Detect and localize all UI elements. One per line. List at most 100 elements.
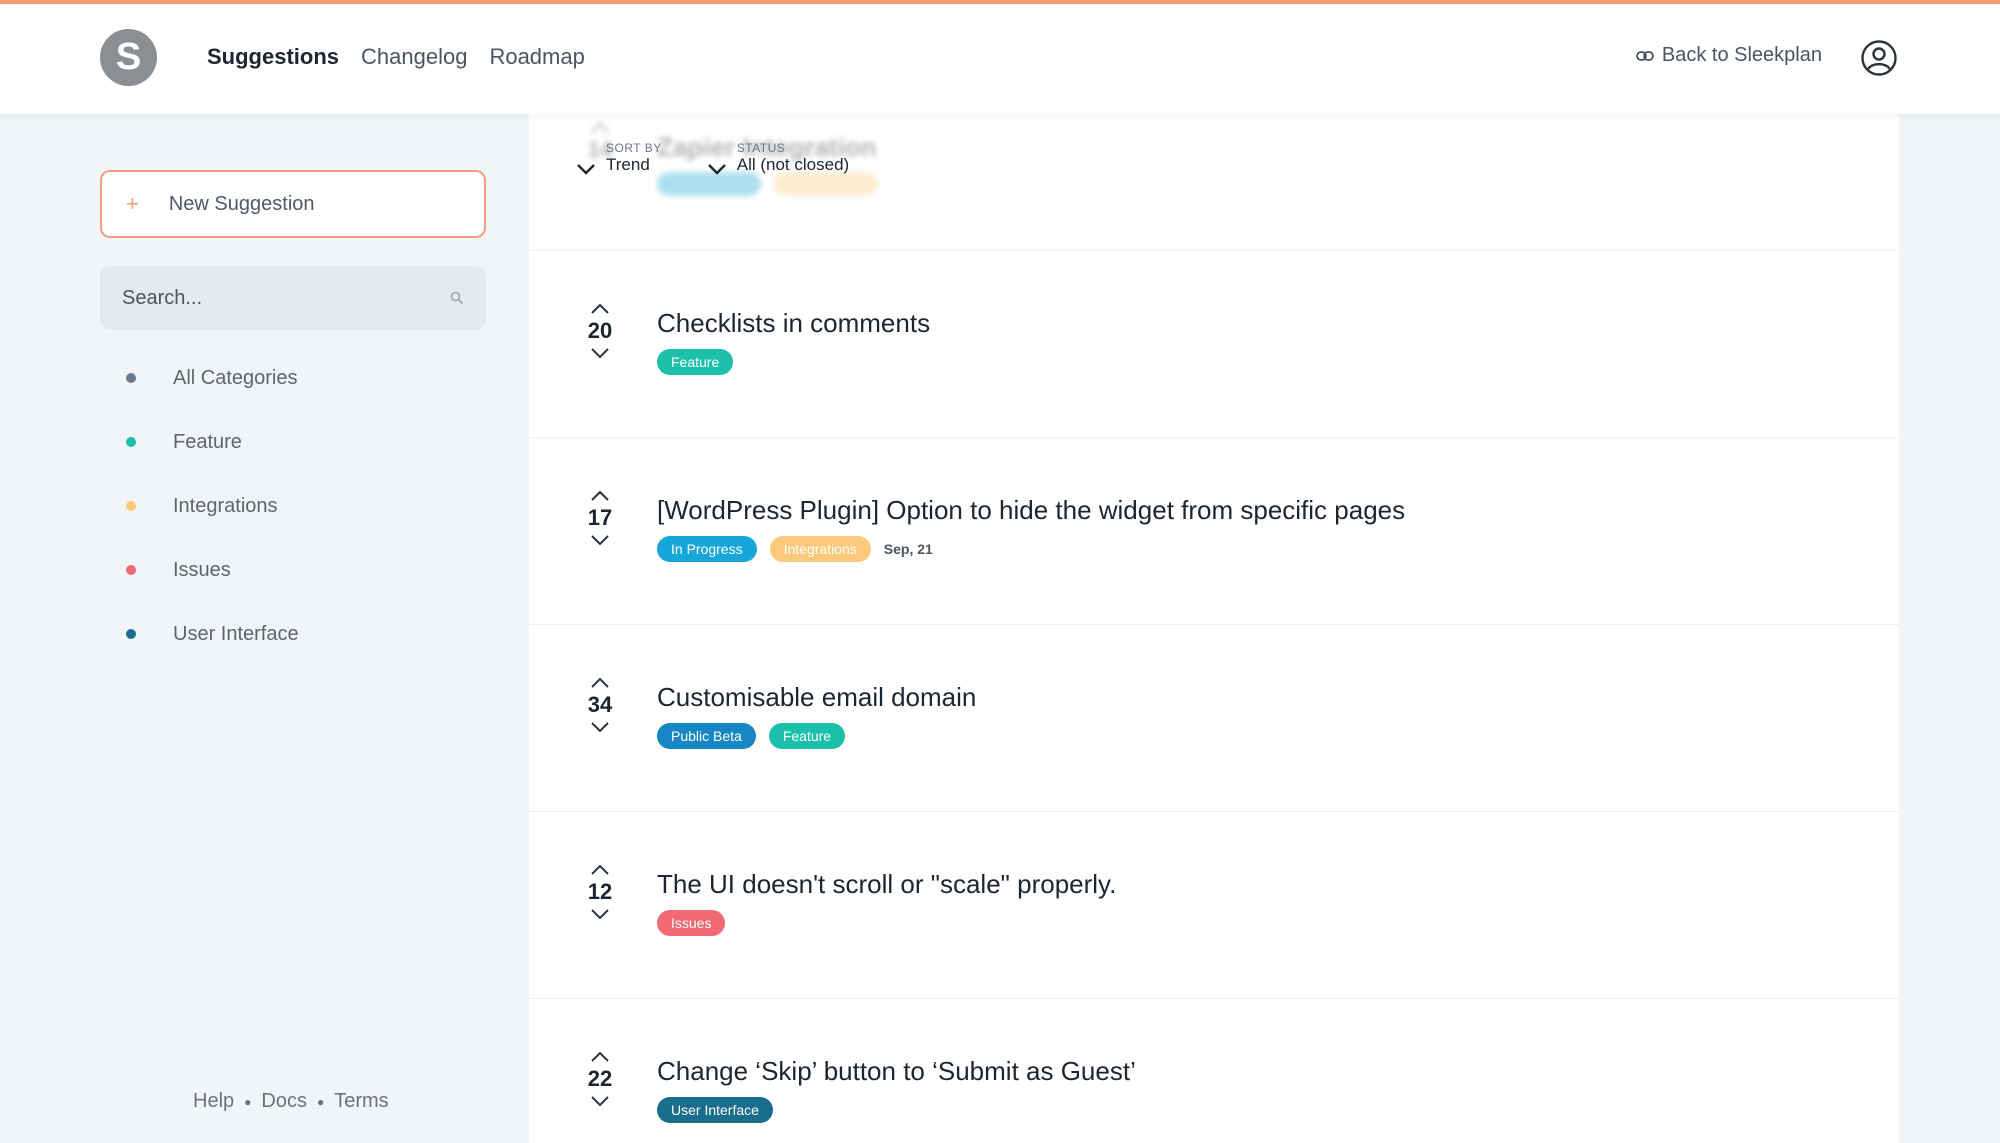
chevron-down-icon[interactable] — [590, 1095, 610, 1107]
post-body: [WordPress Plugin] Option to hide the wi… — [657, 495, 1405, 562]
category-label: Integrations — [173, 494, 278, 517]
category-user-interface[interactable]: User Interface — [100, 602, 486, 666]
sidebar: + New Suggestion Search... All Categorie… — [100, 170, 486, 666]
logo-letter: S — [115, 36, 142, 78]
vote-control: 17 — [579, 490, 621, 546]
main-nav: Suggestions Changelog Roadmap — [207, 44, 585, 70]
nav-roadmap[interactable]: Roadmap — [489, 44, 584, 70]
tag-issues: Issues — [657, 910, 726, 936]
chevron-up-icon[interactable] — [590, 677, 610, 689]
chevron-down-icon[interactable] — [590, 721, 610, 733]
category-label: All Categories — [173, 366, 298, 389]
category-all[interactable]: All Categories — [100, 346, 486, 410]
filter-bar: SORT BY Trend STATUS All (not closed) — [576, 141, 849, 175]
post-title[interactable]: The UI doesn't scroll or "scale" properl… — [657, 869, 1116, 900]
header: S Suggestions Changelog Roadmap Back to … — [0, 4, 2000, 114]
post-title[interactable]: Change ‘Skip’ button to ‘Submit as Guest… — [657, 1056, 1136, 1087]
post-tags: Public Beta Feature — [657, 723, 976, 749]
chevron-down-icon[interactable] — [590, 908, 610, 920]
category-dot — [126, 437, 136, 447]
footer-links: Help ● Docs ● Terms — [193, 1090, 389, 1113]
chevron-up-icon[interactable] — [590, 1051, 610, 1063]
post-tags: Issues — [657, 910, 1116, 936]
category-label: User Interface — [173, 622, 299, 645]
separator-dot: ● — [244, 1094, 252, 1109]
chevron-down-icon[interactable] — [590, 347, 610, 359]
vote-count: 20 — [587, 318, 613, 343]
post-item[interactable]: 17 [WordPress Plugin] Option to hide the… — [529, 438, 1899, 625]
chevron-up-icon — [591, 122, 609, 133]
post-item[interactable]: 20 Checklists in comments Feature — [529, 251, 1899, 438]
tag-feature: Feature — [768, 723, 846, 749]
status-value: All (not closed) — [736, 155, 850, 174]
vote-count: 34 — [587, 692, 613, 717]
tag — [657, 172, 761, 196]
new-suggestion-button[interactable]: + New Suggestion — [100, 170, 486, 238]
plus-icon: + — [126, 191, 139, 216]
post-body: Customisable email domain Public Beta Fe… — [657, 682, 976, 749]
chevron-up-icon[interactable] — [590, 490, 610, 502]
category-issues[interactable]: Issues — [100, 538, 486, 602]
category-dot — [126, 501, 136, 511]
status-dropdown[interactable]: STATUS All (not closed) — [707, 141, 849, 175]
category-dot — [126, 373, 136, 383]
nav-suggestions[interactable]: Suggestions — [207, 44, 339, 70]
tag-user-interface: User Interface — [657, 1097, 773, 1123]
post-title[interactable]: [WordPress Plugin] Option to hide the wi… — [657, 495, 1405, 526]
vote-control: 22 — [579, 1051, 621, 1107]
post-date: Sep, 21 — [883, 541, 933, 557]
vote-count: 17 — [587, 505, 613, 530]
tag — [774, 172, 878, 196]
post-tags: Feature — [657, 349, 930, 375]
separator-dot: ● — [316, 1094, 325, 1109]
sort-dropdown[interactable]: SORT BY Trend — [576, 141, 662, 175]
search-placeholder: Search... — [122, 286, 203, 309]
post-title[interactable]: Customisable email domain — [657, 682, 976, 713]
tag-public-beta: Public Beta — [657, 723, 756, 749]
post-body: Change ‘Skip’ button to ‘Submit as Guest… — [657, 1056, 1136, 1123]
vote-count: 22 — [587, 1066, 613, 1091]
category-dot — [126, 565, 136, 575]
search-icon — [450, 291, 464, 305]
terms-link[interactable]: Terms — [334, 1090, 388, 1113]
tag-integrations: Integrations — [769, 536, 871, 562]
docs-link[interactable]: Docs — [261, 1090, 307, 1113]
scrolled-post: 14 Zapier Integration SORT BY Trend STAT… — [529, 114, 1899, 251]
sort-label: SORT BY — [606, 141, 662, 155]
logo[interactable]: S — [100, 29, 157, 86]
chevron-up-icon[interactable] — [590, 864, 610, 876]
vote-control: 34 — [579, 677, 621, 733]
chevron-down-icon — [707, 164, 726, 175]
chevron-down-icon[interactable] — [590, 534, 610, 546]
link-icon — [1635, 50, 1654, 61]
post-title[interactable]: Checklists in comments — [657, 308, 930, 339]
vote-control: 12 — [579, 864, 621, 920]
post-item[interactable]: 22 Change ‘Skip’ button to ‘Submit as Gu… — [529, 999, 1899, 1143]
scrolled-post-faded: 14 Zapier Integration — [579, 122, 1779, 242]
post-tags: User Interface — [657, 1097, 1136, 1123]
vote-count: 12 — [587, 879, 613, 904]
chevron-down-icon — [577, 164, 595, 175]
post-tags — [657, 172, 878, 196]
post-body: The UI doesn't scroll or "scale" properl… — [657, 869, 1116, 936]
category-dot — [126, 629, 136, 639]
tag-in-progress: In Progress — [657, 536, 757, 562]
category-list: All Categories Feature Integrations Issu… — [100, 346, 486, 666]
category-label: Feature — [173, 430, 242, 453]
category-feature[interactable]: Feature — [100, 410, 486, 474]
post-item[interactable]: 12 The UI doesn't scroll or "scale" prop… — [529, 812, 1899, 999]
suggestion-list: 14 Zapier Integration SORT BY Trend STAT… — [529, 114, 1899, 1143]
post-tags: In Progress Integrations Sep, 21 — [657, 536, 1405, 562]
chevron-up-icon[interactable] — [590, 303, 610, 315]
back-link[interactable]: Back to Sleekplan — [1635, 44, 1822, 67]
help-link[interactable]: Help — [193, 1090, 234, 1113]
category-integrations[interactable]: Integrations — [100, 474, 486, 538]
vote-control: 20 — [579, 303, 621, 359]
nav-changelog[interactable]: Changelog — [361, 44, 467, 70]
back-link-label: Back to Sleekplan — [1661, 44, 1822, 66]
post-body: Checklists in comments Feature — [657, 308, 930, 375]
account-icon[interactable] — [1860, 39, 1898, 77]
post-item[interactable]: 34 Customisable email domain Public Beta… — [529, 625, 1899, 812]
sort-value: Trend — [606, 155, 650, 174]
search-input[interactable]: Search... — [100, 266, 486, 330]
